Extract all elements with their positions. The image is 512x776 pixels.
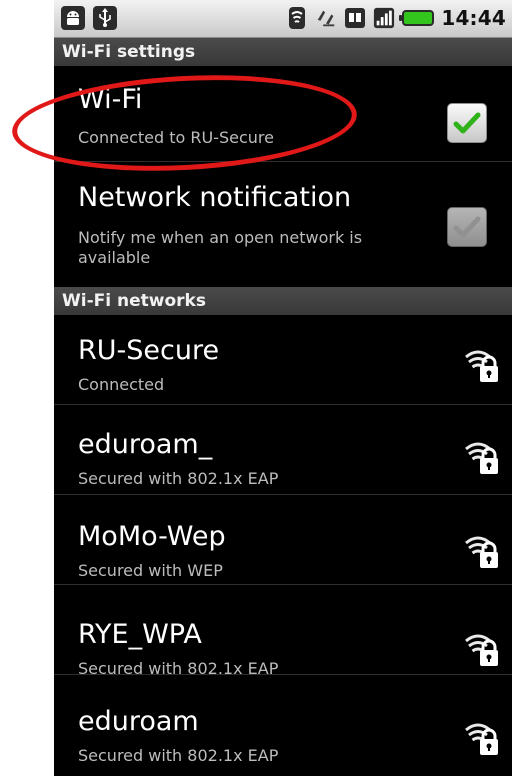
network-item[interactable]: RYE_WPA Secured with 802.1x EAP (54, 585, 512, 678)
network-item[interactable]: RU-Secure Connected (54, 315, 512, 405)
battery-icon (399, 10, 435, 26)
network-notification-summary: Notify me when an open network is availa… (78, 228, 363, 267)
wifi-lock-icon (465, 536, 498, 568)
network-item[interactable]: eduroam Secured with 802.1x EAP (54, 680, 512, 776)
network-ssid: MoMo-Wep (78, 521, 226, 552)
android-debug-icon (61, 6, 85, 30)
checkmark-icon (453, 216, 481, 238)
wifi-summary: Connected to RU-Secure (78, 128, 274, 147)
wifi-lock-icon (465, 350, 498, 382)
clock: 14:44 (441, 6, 506, 30)
network-ssid: eduroam_ (78, 429, 213, 460)
wifi-toggle-row[interactable]: Wi-Fi Connected to RU-Secure (54, 66, 512, 162)
network-item[interactable]: MoMo-Wep Secured with WEP (54, 495, 512, 585)
wifi-lock-icon (465, 723, 498, 755)
network-status: Secured with 802.1x EAP (78, 746, 279, 765)
network-notification-checkbox[interactable] (447, 207, 487, 247)
network-ssid: RU-Secure (78, 335, 220, 366)
wifi-icon (286, 6, 308, 30)
section-header-wifi-networks: Wi-Fi networks (54, 287, 512, 315)
wifi-lock-icon (465, 634, 498, 666)
network-ssid: RYE_WPA (78, 619, 202, 650)
wifi-title: Wi-Fi (78, 84, 143, 115)
network-status: Connected (78, 375, 165, 394)
checkmark-icon (453, 112, 481, 134)
signal-icon (373, 6, 395, 30)
network-notification-title: Network notification (78, 182, 352, 213)
network-status: Secured with 802.1x EAP (78, 469, 279, 488)
network-notification-row[interactable]: Network notification Notify me when an o… (54, 162, 512, 288)
sd-card-icon (344, 6, 366, 30)
usb-icon (93, 6, 117, 30)
wifi-lock-icon (465, 442, 498, 474)
sync-icon (315, 6, 337, 30)
network-status: Secured with WEP (78, 561, 223, 580)
phone-screen: 14:44 Wi-Fi settings Wi-Fi Connected to … (54, 0, 512, 776)
status-bar: 14:44 (54, 0, 512, 38)
section-header-wifi-settings: Wi-Fi settings (54, 38, 512, 66)
network-item[interactable]: eduroam_ Secured with 802.1x EAP (54, 405, 512, 495)
network-ssid: eduroam (78, 706, 199, 737)
network-status: Secured with 802.1x EAP (78, 659, 279, 678)
wifi-checkbox[interactable] (447, 103, 487, 143)
